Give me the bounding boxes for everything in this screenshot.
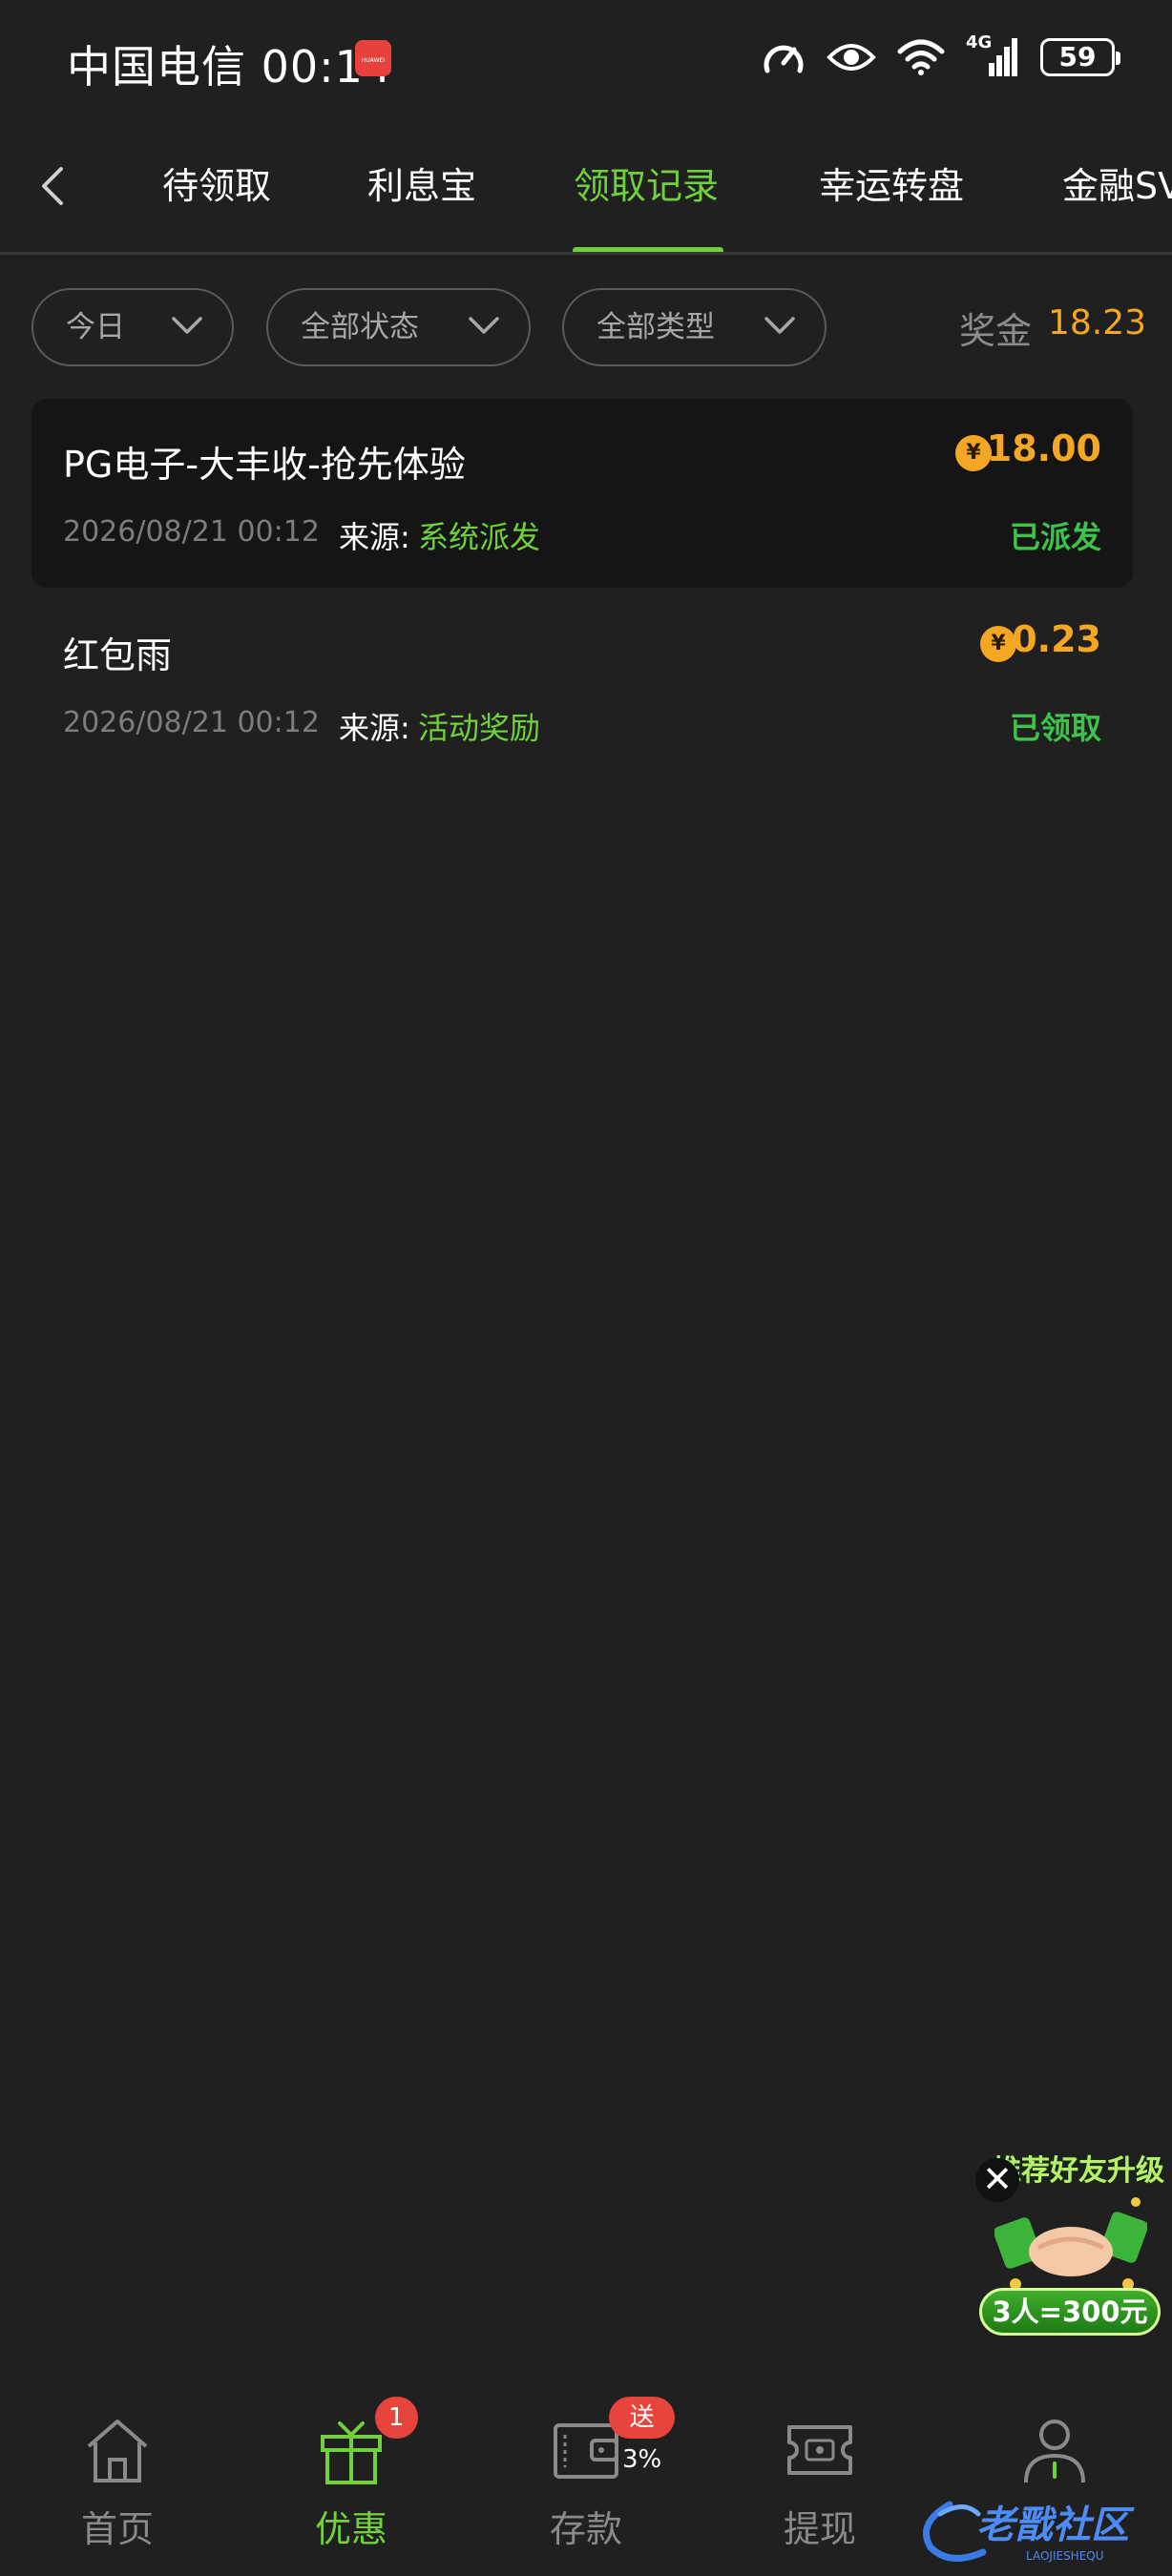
battery-indicator: 59	[1040, 38, 1120, 76]
promo-offer: 3人=300元	[979, 2288, 1161, 2336]
nav-promotions[interactable]: 1 优惠	[275, 2397, 428, 2566]
status-bar: 中国电信 00:14 HUAWEI 4G 59	[0, 0, 1172, 119]
record-time: 2026/08/21 00:12	[63, 706, 320, 739]
user-icon	[1024, 2420, 1085, 2483]
withdraw-ticket-icon	[787, 2425, 852, 2475]
tab-lucky-wheel[interactable]: 幸运转盘	[819, 157, 964, 215]
date-filter-dropdown[interactable]: 今日	[31, 288, 234, 366]
bonus-label: 奖金	[959, 310, 1033, 352]
type-filter-value: 全部类型	[596, 310, 715, 344]
carrier-time: 中国电信 00:14	[67, 41, 393, 93]
chevron-down-icon	[764, 317, 795, 334]
tab-claim-records[interactable]: 领取记录	[574, 157, 719, 215]
type-filter-dropdown[interactable]: 全部类型	[562, 288, 827, 366]
app-notification-icon: HUAWEI	[355, 40, 391, 76]
nav-home[interactable]: 首页	[41, 2414, 194, 2566]
watermark-logo: 老戬社区 LAOJIESHEQU	[911, 2495, 1160, 2566]
chevron-left-icon	[42, 167, 63, 205]
promo-badge: 送3%	[609, 2397, 676, 2474]
referral-promo-widget[interactable]: 推荐好友升级 ✕ 3人=300元	[975, 2147, 1164, 2337]
record-amount: 18.00	[986, 427, 1101, 469]
close-icon[interactable]: ✕	[975, 2158, 1019, 2202]
status-filter-value: 全部状态	[301, 310, 419, 344]
date-filter-value: 今日	[66, 310, 125, 344]
tab-pending[interactable]: 待领取	[162, 157, 271, 215]
nav-label: 优惠	[314, 2508, 387, 2550]
record-time: 2026/08/21 00:12	[63, 515, 320, 549]
record-source: 活动奖励	[418, 710, 541, 746]
record-status: 已领取	[1009, 710, 1101, 746]
record-source-label: 来源:	[339, 519, 410, 555]
nav-withdraw[interactable]: 提现	[743, 2414, 896, 2566]
back-button[interactable]	[29, 157, 76, 215]
record-status: 已派发	[1009, 519, 1101, 555]
nav-label: 提现	[783, 2508, 856, 2550]
eye-icon	[827, 44, 876, 71]
nav-label: 存款	[549, 2508, 622, 2550]
home-icon	[87, 2420, 148, 2483]
bonus-total: 18.23	[1048, 303, 1147, 343]
tab-interest[interactable]: 利息宝	[367, 157, 476, 215]
record-title: PG电子-大丰收-抢先体验	[63, 444, 466, 486]
top-tab-bar: 待领取 利息宝 领取记录 幸运转盘 金融SV	[0, 119, 1172, 255]
cellular-signal-icon: 4G	[966, 32, 1019, 78]
nav-deposit[interactable]: 送3% 存款	[510, 2397, 676, 2566]
list-item[interactable]: 红包雨 ¥ 0.23 2026/08/21 00:12 来源: 活动奖励 已领取	[31, 590, 1133, 779]
record-source-label: 来源:	[339, 710, 410, 746]
wifi-icon	[897, 39, 945, 75]
chevron-down-icon	[469, 317, 499, 334]
watermark-subtext: LAOJIESHEQU	[1026, 2549, 1104, 2563]
list-item[interactable]: PG电子-大丰收-抢先体验 ¥ 18.00 2026/08/21 00:12 来…	[31, 399, 1133, 588]
speedometer-icon	[764, 45, 804, 73]
status-filter-dropdown[interactable]: 全部状态	[266, 288, 531, 366]
nav-label: 首页	[80, 2508, 154, 2550]
record-source: 系统派发	[418, 519, 541, 555]
handshake-icon	[994, 2197, 1147, 2290]
watermark-text: 老戬社区	[976, 2503, 1135, 2547]
record-amount: 0.23	[1012, 618, 1101, 660]
tab-finance[interactable]: 金融SV	[1062, 157, 1172, 215]
chevron-down-icon	[172, 317, 202, 334]
record-title: 红包雨	[63, 634, 173, 676]
status-icons: 4G 59	[762, 32, 1120, 82]
notification-badge: 1	[375, 2397, 418, 2439]
active-tab-indicator	[573, 247, 723, 252]
